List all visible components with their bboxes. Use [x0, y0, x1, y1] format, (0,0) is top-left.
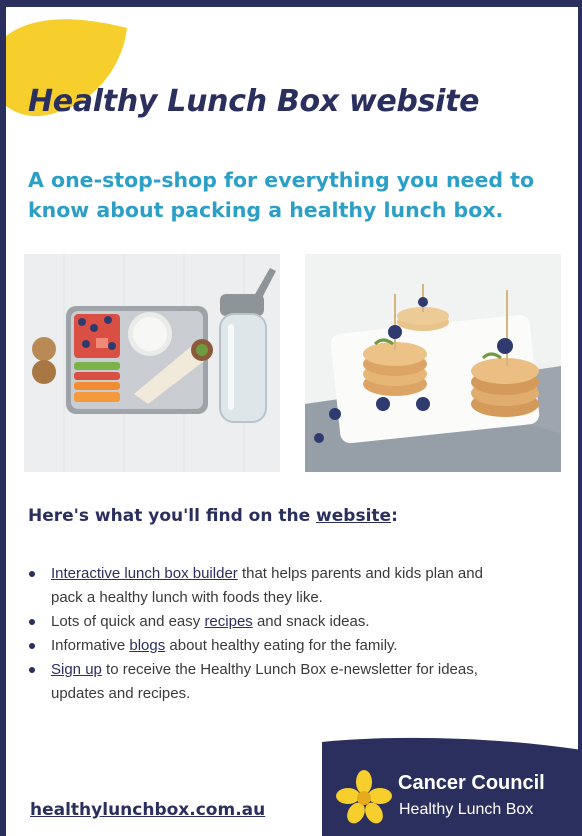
blogs-link[interactable]: blogs [129, 637, 165, 654]
section-heading: Here's what you'll find on the website: [28, 506, 398, 526]
right-border [578, 0, 582, 836]
sign-up-link[interactable]: Sign up [51, 661, 102, 678]
page-subtitle: A one-stop-shop for everything you need … [28, 168, 535, 222]
daffodil-logo-icon [336, 770, 392, 824]
section-heading-prefix: Here's what you'll find on the [28, 506, 317, 526]
website-link[interactable]: website [316, 506, 391, 526]
list-item: Sign up to receive the Healthy Lunch Box… [26, 658, 506, 706]
page-title: Healthy Lunch Box website [28, 84, 480, 119]
list-item: Lots of quick and easy recipes and snack… [26, 610, 506, 634]
list-item: Interactive lunch box builder that helps… [26, 562, 506, 610]
feature-list: Interactive lunch box builder that helps… [26, 562, 506, 706]
list-item-text: to receive the Healthy Lunch Box e-newsl… [51, 661, 478, 702]
list-item-text: Informative [51, 637, 130, 654]
section-heading-suffix: : [391, 506, 398, 526]
website-url-link[interactable]: healthylunchbox.com.au [30, 800, 265, 820]
logo-name: Cancer Council [398, 772, 545, 794]
lunch-box-photo [24, 254, 280, 472]
left-border [0, 0, 6, 836]
recipes-link[interactable]: recipes [204, 613, 252, 630]
lunch-box-builder-link[interactable]: Interactive lunch box builder [51, 565, 238, 582]
logo-subtitle: Healthy Lunch Box [399, 801, 534, 818]
list-item-text: Lots of quick and easy [51, 613, 205, 630]
list-item: Informative blogs about healthy eating f… [26, 634, 506, 658]
list-item-text: and snack ideas. [252, 613, 370, 630]
mini-pancakes-photo [305, 254, 561, 472]
list-item-text: about healthy eating for the family. [165, 637, 398, 654]
